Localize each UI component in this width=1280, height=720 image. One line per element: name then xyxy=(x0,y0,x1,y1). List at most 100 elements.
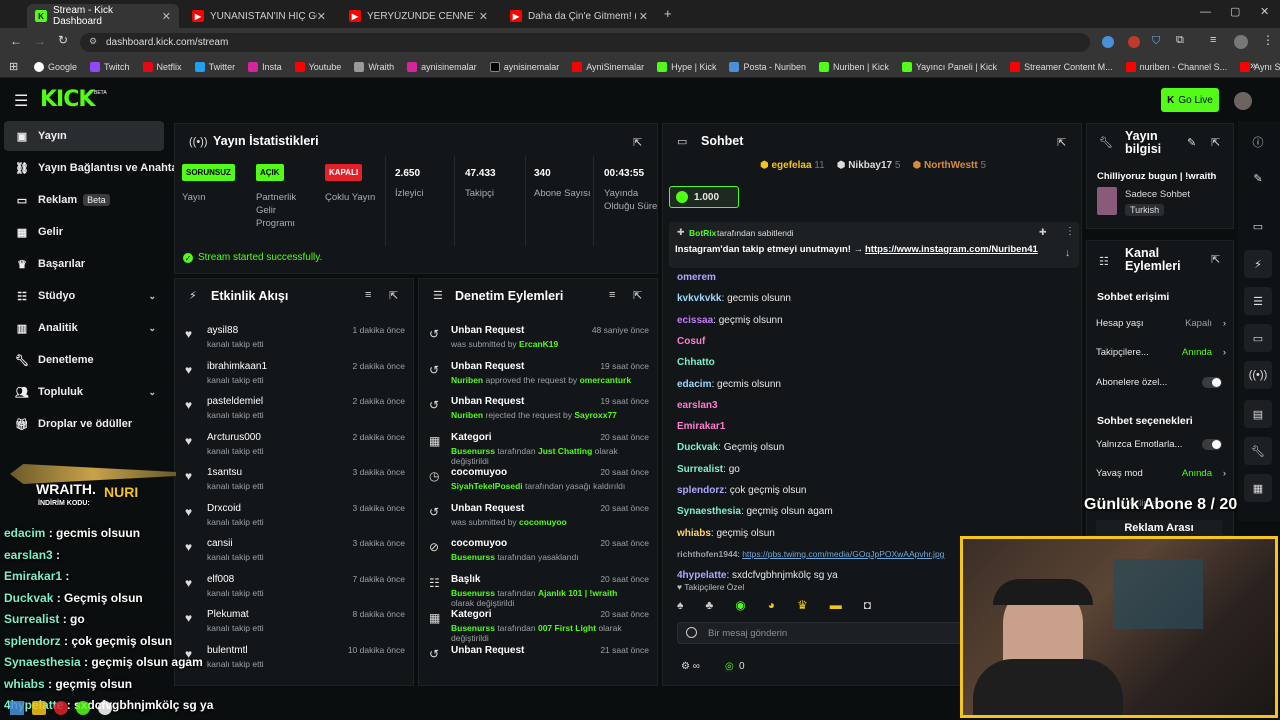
bookmark-twitter[interactable]: Twitter xyxy=(194,61,235,72)
moderation-item[interactable]: ↺ Unban Request 19 saat önce Nuriben rej… xyxy=(419,394,657,430)
broadcast-icon[interactable]: ((•)) xyxy=(1244,361,1272,389)
moderation-item[interactable]: ▦ Kategori 20 saat önce Busenurss tarafı… xyxy=(419,430,657,466)
close-tab-icon[interactable]: ✕ xyxy=(317,10,326,23)
sidebar-item-topluluk[interactable]: 👥︎ Topluluk ⌄ xyxy=(4,377,164,407)
back-icon[interactable]: ← xyxy=(10,34,22,48)
more-options-icon[interactable]: ⋮ xyxy=(1065,226,1075,237)
chat-message[interactable]: ecissaa: geçmiş olsunn xyxy=(677,315,783,326)
forward-icon[interactable]: → xyxy=(34,34,46,48)
sidebar-item-gelir[interactable]: ▦ Gelir xyxy=(4,217,164,247)
chat-message[interactable]: whiabs: geçmiş olsun xyxy=(677,528,775,539)
moderation-item[interactable]: ↺ Unban Request 48 saniye önce was submi… xyxy=(419,323,657,359)
activity-item[interactable]: ♥ 1santsu kanalı takip etti 3 dakika önc… xyxy=(175,465,413,501)
bookmark-google[interactable]: Google xyxy=(34,61,77,72)
shield-extension-icon[interactable]: ⛉ xyxy=(1152,35,1160,48)
chat-message[interactable]: splendorz: çok geçmiş olsun xyxy=(677,485,807,496)
chat-message[interactable]: Emirakar1 xyxy=(677,421,725,432)
info-icon[interactable]: ⓘ xyxy=(1244,128,1272,156)
category-name[interactable]: Sadece Sohbet xyxy=(1125,189,1190,200)
gifter-1[interactable]: ⬢ egefelaa 11 xyxy=(760,160,825,178)
url-field[interactable]: ⚙ dashboard.kick.com/stream xyxy=(80,33,1090,52)
setting-followers-only[interactable]: Takipçilere... Anında › xyxy=(1096,347,1226,358)
popout-icon[interactable]: ⇱ xyxy=(633,289,642,302)
user-avatar[interactable] xyxy=(1234,92,1252,110)
sidebar-item-reklam[interactable]: ▭ Reklam Beta xyxy=(4,185,164,215)
emote-icon[interactable]: ◉ xyxy=(735,598,745,618)
activity-item[interactable]: ♥ pasteldemiel kanalı takip etti 2 dakik… xyxy=(175,394,413,430)
bookmark-hype-kick[interactable]: Hype | Kick xyxy=(657,61,716,72)
gifter-3[interactable]: ⬢ NorthWestt 5 xyxy=(912,160,986,178)
edit-pencil-icon[interactable]: ✎ xyxy=(1187,136,1196,149)
bookmark-insta[interactable]: Insta xyxy=(248,61,282,72)
activity-item[interactable]: ♥ ibrahimkaan1 kanalı takip etti 2 dakik… xyxy=(175,359,413,395)
chat-message[interactable]: omerem xyxy=(677,272,716,283)
moderation-item[interactable]: ↺ Unban Request 19 saat önce Nuriben app… xyxy=(419,359,657,395)
close-tab-icon[interactable]: ✕ xyxy=(639,10,648,23)
sidebar-item-analitik[interactable]: ▥ Analitik ⌄ xyxy=(4,313,164,343)
close-window-icon[interactable]: ✕ xyxy=(1260,5,1269,18)
wrench-icon[interactable]: 🔧︎ xyxy=(1244,437,1272,465)
browser-tab[interactable]: ▶ YERYÜZÜNDE CENNETİ BULDU ✕ xyxy=(341,4,496,28)
lightning-icon[interactable]: ⚡︎ xyxy=(1244,250,1272,278)
hamburger-menu-icon[interactable]: ☰ xyxy=(14,91,28,111)
profile-avatar[interactable] xyxy=(1234,35,1248,49)
kicks-counter[interactable]: 1.000 xyxy=(669,186,739,208)
more-bookmarks-icon[interactable]: » xyxy=(1250,60,1256,72)
sidebar-item-yayin[interactable]: ▣ Yayın xyxy=(4,121,164,151)
app-icon[interactable] xyxy=(98,701,112,715)
setting-account-age[interactable]: Hesap yaşı Kapalı › xyxy=(1096,318,1226,329)
activity-item[interactable]: ♥ Plekumat kanalı takip etti 8 dakika ön… xyxy=(175,607,413,643)
edit-icon[interactable]: ✎ xyxy=(1244,164,1272,192)
moderation-item[interactable]: ☷ Başlık 20 saat önce Busenurss tarafınd… xyxy=(419,572,657,608)
filter-icon[interactable]: ≡ xyxy=(609,289,615,301)
video-icon[interactable]: ▭ xyxy=(1244,212,1272,240)
popout-icon[interactable]: ⇱ xyxy=(1211,136,1220,149)
app-icon[interactable] xyxy=(54,701,68,715)
site-info-icon[interactable]: ⚙ xyxy=(89,36,97,47)
list-icon[interactable]: ☰ xyxy=(1244,287,1272,315)
activity-item[interactable]: ♥ Drxcoid kanalı takip etti 3 dakika önc… xyxy=(175,501,413,537)
film-icon[interactable]: ▦ xyxy=(1244,474,1272,502)
popout-icon[interactable]: ⇱ xyxy=(389,289,398,302)
bookmark-twitch[interactable]: Twitch xyxy=(90,61,130,72)
sidebar-item-baglanti[interactable]: ⛓ Yayın Bağlantısı ve Anahtarı xyxy=(4,153,176,183)
close-tab-icon[interactable]: ✕ xyxy=(479,10,488,23)
clipboard-icon[interactable]: ▤ xyxy=(1244,400,1272,428)
toggle-switch[interactable] xyxy=(1202,377,1222,388)
chat-message[interactable]: Cosuf xyxy=(677,336,705,347)
chat-message[interactable]: Surrealist: go xyxy=(677,464,740,475)
popout-icon[interactable]: ⇱ xyxy=(1211,253,1220,266)
settings-icon[interactable]: ⚙ ∞ xyxy=(681,661,700,672)
chat-message[interactable]: earslan3 xyxy=(677,400,718,411)
extension-icon[interactable] xyxy=(1102,36,1114,48)
pinned-link[interactable]: https://www.instagram.com/Nuriben41 xyxy=(865,244,1038,255)
filter-icon[interactable]: ≡ xyxy=(365,289,371,301)
popout-icon[interactable]: ⇱ xyxy=(633,136,642,149)
bookmark-aynisinemalar-yt[interactable]: AyniSinemalar xyxy=(572,61,644,72)
chat-message[interactable]: Duckvak: Geçmiş olsun xyxy=(677,442,784,453)
chat-message[interactable]: 4hypelatte: sxdcfvgbhnjmkölç sg ya xyxy=(677,570,838,581)
maximize-icon[interactable]: ▢ xyxy=(1230,5,1240,18)
chat-message[interactable]: Chhatto xyxy=(677,357,715,368)
sidebar-item-basarilar[interactable]: ♛ Başarılar xyxy=(4,249,164,279)
emote-icon[interactable]: ◘ xyxy=(864,598,871,618)
folder-icon[interactable] xyxy=(32,701,46,715)
expand-icon[interactable]: ↓ xyxy=(1065,248,1070,259)
extensions-puzzle-icon[interactable]: ⧉ xyxy=(1176,34,1184,47)
browser-tab[interactable]: K Stream - Kick Dashboard ✕ xyxy=(27,4,179,28)
go-live-button[interactable]: K Go Live xyxy=(1161,88,1219,112)
bookmark-streamer-content[interactable]: Streamer Content M... xyxy=(1010,61,1113,72)
emote-icon[interactable]: ♣ xyxy=(705,598,713,618)
moderation-item[interactable]: ↺ Unban Request 20 saat önce was submitt… xyxy=(419,501,657,537)
browser-tab[interactable]: ▶ YUNANİSTAN'IN HİÇ GÖSTERİL ✕ xyxy=(184,4,334,28)
bookmark-nuriben-kick[interactable]: Nuriben | Kick xyxy=(818,61,889,72)
emote-icon[interactable]: ♛ xyxy=(797,598,808,618)
emote-icon[interactable]: ♠ xyxy=(677,598,683,618)
bookmark-ayni-sinemalar[interactable]: Aynı Sinemalar - Ça... xyxy=(1240,61,1280,72)
browser-tab[interactable]: ▶ Daha da Çin'e Gitmem! (Haftalı ✕ xyxy=(502,4,656,28)
toggle-switch[interactable] xyxy=(1202,439,1222,450)
activity-item[interactable]: ♥ Arcturus000 kanalı takip etti 2 dakika… xyxy=(175,430,413,466)
new-tab-icon[interactable]: + xyxy=(664,6,672,21)
setting-slow-mode[interactable]: Yavaş mod Anında › xyxy=(1096,468,1226,479)
sidebar-item-studyo[interactable]: ☷ Stüdyo ⌄ xyxy=(4,281,164,311)
